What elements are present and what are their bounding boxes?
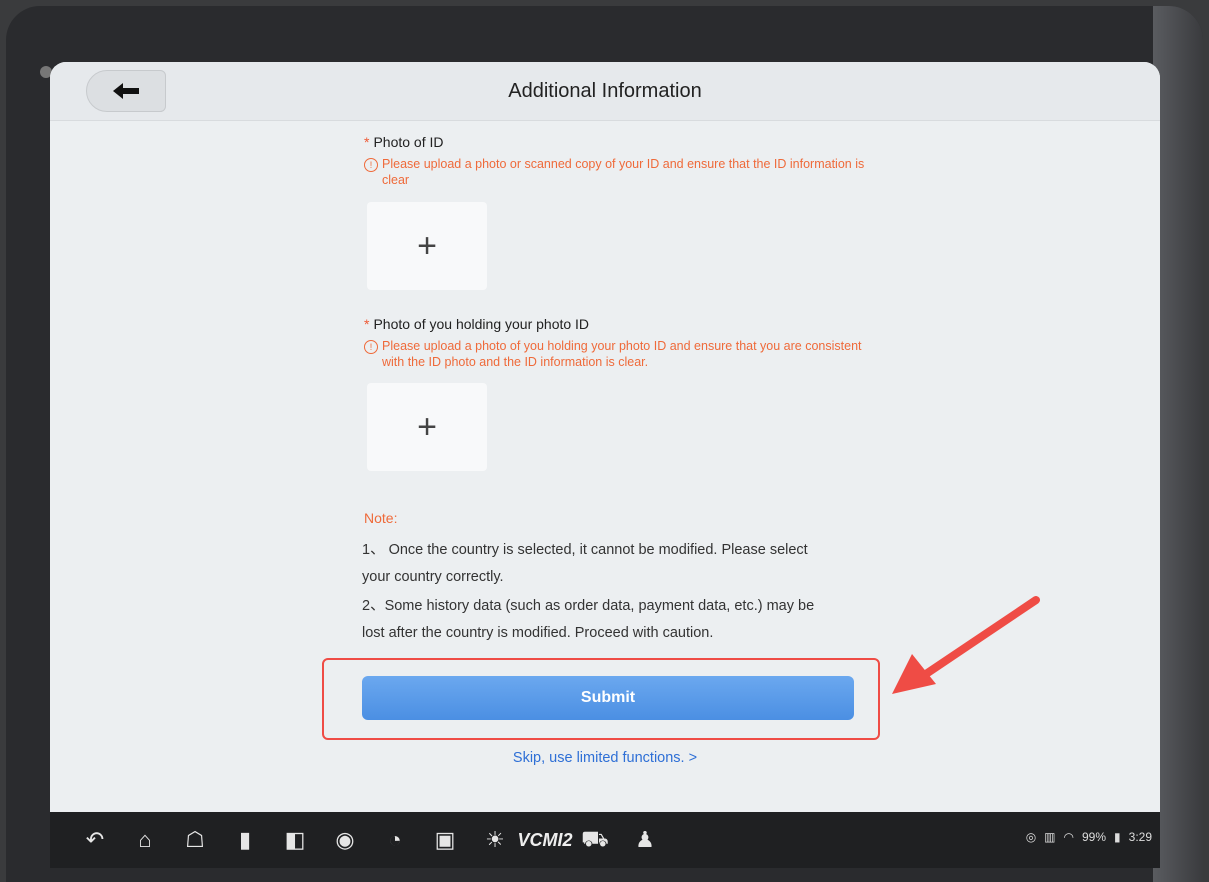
title-bar: Additional Information (50, 62, 1160, 121)
note-line: 2、Some history data (such as order data,… (362, 598, 815, 614)
upload-photo-holding-button[interactable]: + (367, 383, 487, 471)
photo-id-section: * Photo of ID ! Please upload a photo or s… (364, 134, 884, 188)
plus-icon: + (417, 407, 437, 446)
car-icon[interactable]: ⛟ (570, 815, 620, 865)
annotation-arrow-icon (892, 596, 1040, 694)
photo-holding-hint: ! Please upload a photo of you holding yo… (364, 338, 884, 370)
garage-icon[interactable]: ☖ (170, 815, 220, 865)
required-marker: * (364, 316, 370, 332)
brightness-icon[interactable]: ☀ (470, 815, 520, 865)
system-nav-bar: ↶ ⌂ ☖ ▮ ◧ ◉ ◔ ▣ ☀ VCMI2 ⛟ ♟ ◎ ▥ ◠ 99% ▮ … (50, 812, 1160, 868)
photo-holding-section: * Photo of you holding your photo ID ! Ple… (364, 316, 884, 370)
status-bar: ◎ ▥ ◠ 99% ▮ 3:29 (1026, 830, 1152, 844)
submit-button[interactable]: Submit (362, 676, 854, 720)
location-icon: ◎ (1025, 830, 1037, 844)
tablet-bezel (1153, 6, 1203, 882)
obd-icon[interactable]: ◉ (320, 815, 370, 865)
skip-link[interactable]: Skip, use limited functions. > (50, 750, 1160, 766)
info-icon: ! (364, 158, 378, 172)
note-title: Note: (364, 510, 398, 526)
battery-level: 99% (1082, 830, 1107, 844)
vibrate-icon: ▥ (1044, 830, 1056, 844)
screen-split-icon[interactable]: ◧ (270, 815, 320, 865)
required-marker: * (364, 134, 370, 150)
note-line: your country correctly. (362, 569, 504, 585)
wifi-icon: ◠ (1063, 830, 1074, 844)
battery-icon: ▮ (1114, 830, 1121, 844)
photo-id-label: * Photo of ID (364, 134, 444, 150)
plus-icon: + (417, 226, 437, 265)
camera-icon[interactable]: ▣ (420, 815, 470, 865)
note-line: 1、 Once the country is selected, it cann… (362, 542, 808, 558)
remote-support-icon[interactable]: ♟ (620, 815, 670, 865)
clock: 3:29 (1128, 830, 1152, 844)
photo-id-hint: ! Please upload a photo or scanned copy o… (364, 156, 884, 188)
app-screen: Additional Information * Photo of ID ! Ple… (50, 62, 1160, 812)
recent-apps-icon[interactable]: ▮ (220, 815, 270, 865)
vcmi-icon[interactable]: VCMI2 (518, 815, 573, 865)
page-title: Additional Information (508, 80, 702, 102)
upload-photo-id-button[interactable]: + (367, 202, 487, 290)
photo-holding-label: * Photo of you holding your photo ID (364, 316, 590, 332)
note-line: lost after the country is modified. Proc… (362, 625, 714, 641)
back-icon[interactable]: ↶ (70, 815, 120, 865)
home-icon[interactable]: ⌂ (120, 815, 170, 865)
browser-icon[interactable]: ◔ (370, 815, 420, 865)
info-icon: ! (364, 340, 378, 354)
